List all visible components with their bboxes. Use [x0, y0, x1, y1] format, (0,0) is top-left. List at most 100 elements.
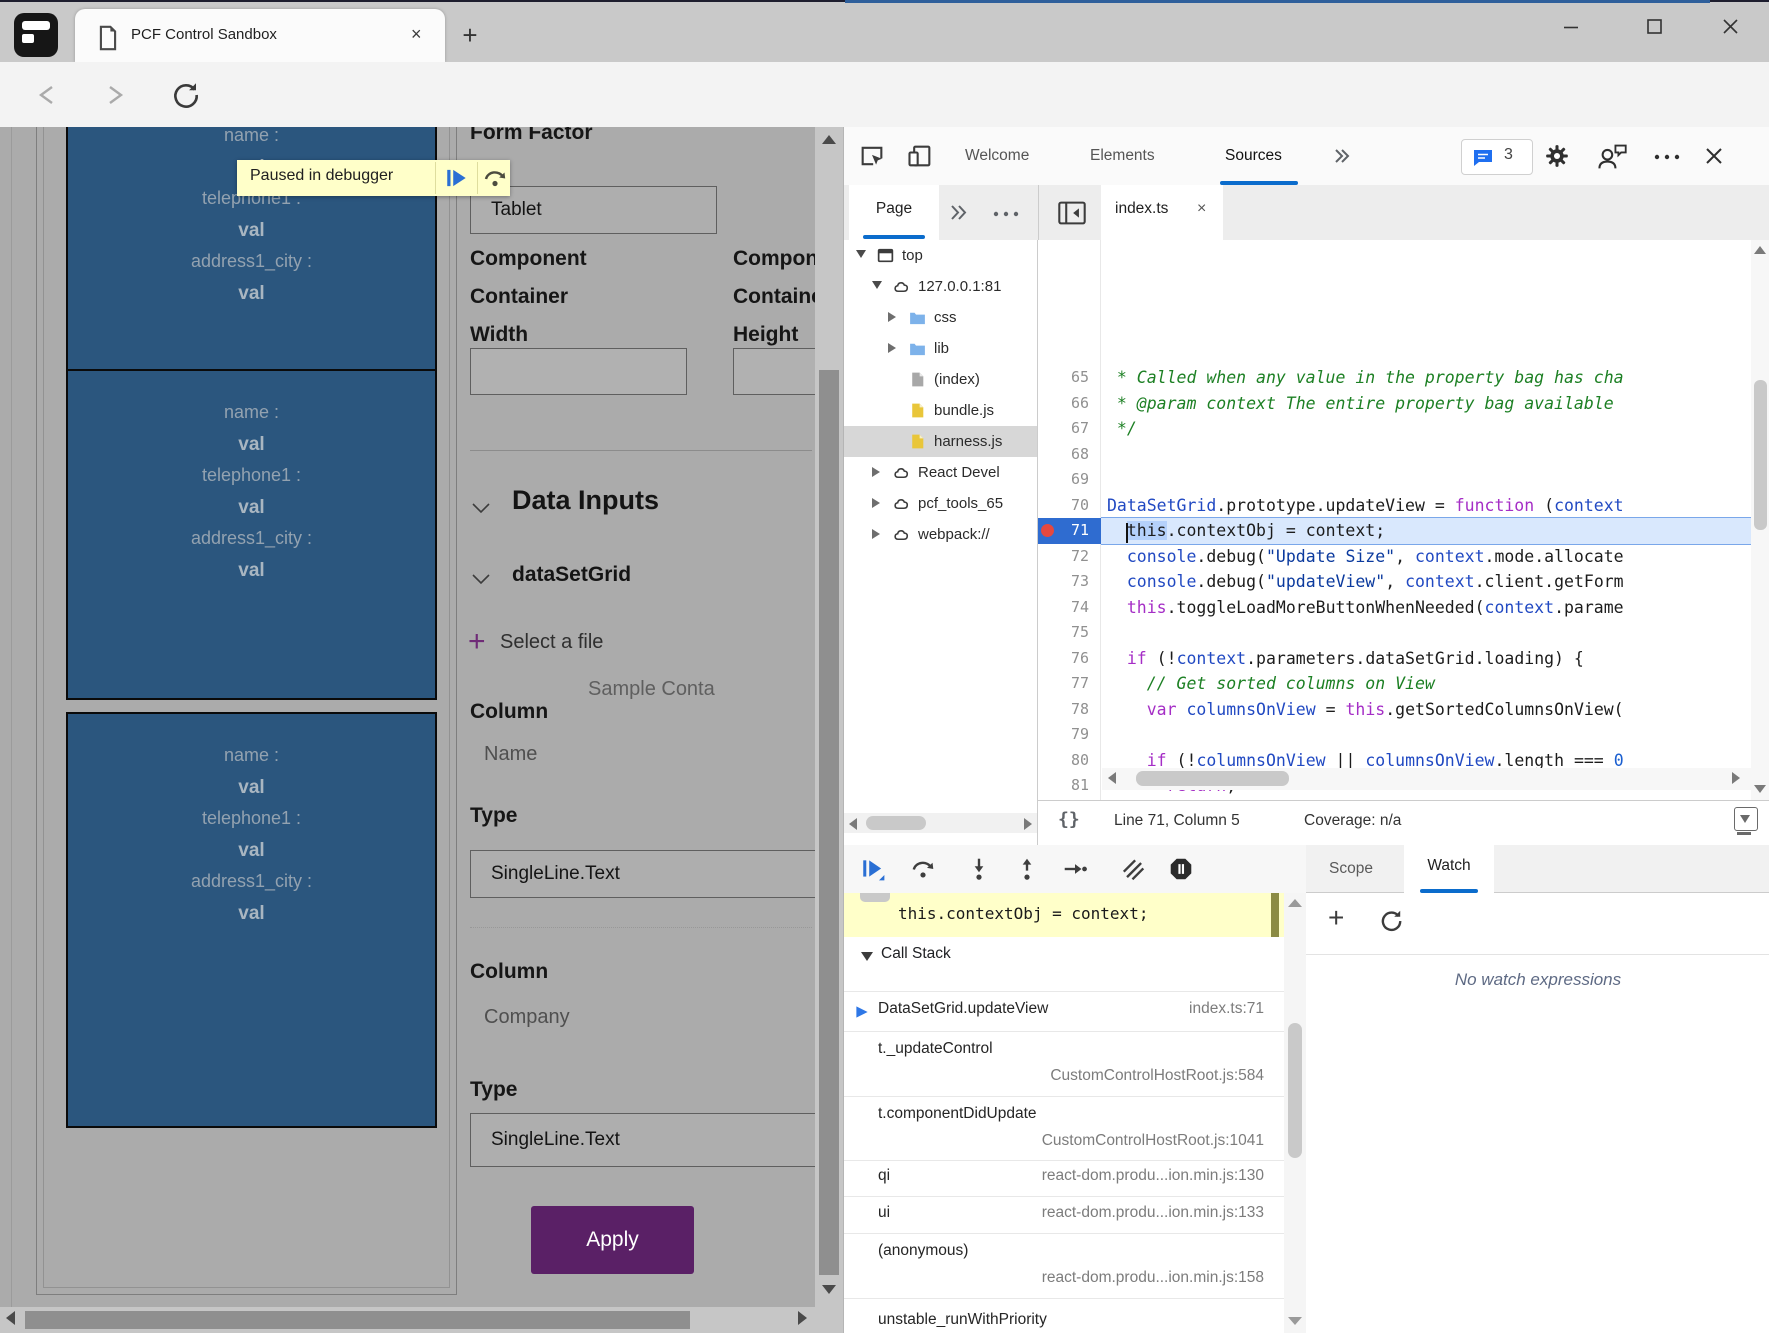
- code-line-74[interactable]: this.toggleLoadMoreButtonWhenNeeded(cont…: [1101, 595, 1769, 621]
- dataset-chevron-icon[interactable]: [470, 568, 492, 590]
- resume-script-icon[interactable]: [860, 856, 886, 882]
- device-toolbar-icon[interactable]: [906, 142, 934, 170]
- select-file-link[interactable]: Select a file: [500, 631, 603, 654]
- step-icon[interactable]: [1062, 856, 1088, 882]
- expander-closed-icon[interactable]: [872, 498, 880, 508]
- add-watch-icon[interactable]: +: [1328, 902, 1344, 934]
- tab-scope[interactable]: Scope: [1329, 845, 1373, 893]
- tree-item-top[interactable]: top: [844, 240, 1037, 271]
- tree-item-pcf-tools-65[interactable]: pcf_tools_65: [844, 488, 1037, 519]
- code-line-66[interactable]: * @param context The entire property bag…: [1101, 391, 1769, 417]
- devtools-close-icon[interactable]: [1702, 144, 1726, 168]
- load-coverage-icon[interactable]: [1734, 807, 1758, 831]
- refresh-watch-icon[interactable]: [1378, 907, 1404, 933]
- gutter-line-75[interactable]: 75: [1038, 620, 1101, 646]
- code-editor[interactable]: * Called when any value in the property …: [1038, 240, 1769, 800]
- call-stack-frame[interactable]: DataSetGrid.updateViewindex.ts:71: [844, 991, 1284, 1032]
- resume-script-icon[interactable]: [444, 167, 470, 189]
- gutter-line-65[interactable]: 65: [1038, 365, 1101, 391]
- navigator-hscrollbar[interactable]: [844, 813, 1037, 833]
- scroll-left-icon[interactable]: [6, 1311, 15, 1325]
- gutter-line-70[interactable]: 70: [1038, 493, 1101, 519]
- type1-select[interactable]: SingleLine.Text: [470, 850, 815, 898]
- record-card[interactable]: name :valtelephone1 :valaddress1_city :v…: [66, 369, 437, 700]
- hide-navigator-icon[interactable]: [1057, 199, 1087, 227]
- code-line-75[interactable]: [1101, 620, 1769, 646]
- editor-vscrollbar[interactable]: [1751, 240, 1769, 800]
- page-vscroll-thumb[interactable]: [819, 370, 839, 1275]
- file-tab-close-icon[interactable]: ×: [1197, 200, 1206, 218]
- data-inputs-chevron-icon[interactable]: [470, 497, 492, 519]
- tree-item-react-devel[interactable]: React Devel: [844, 457, 1037, 488]
- devtools-menu-icon[interactable]: [1652, 152, 1682, 162]
- tree-item-css[interactable]: css: [844, 302, 1037, 333]
- editor-gutter[interactable]: 6566676869707172737475767778798081828384…: [1038, 240, 1101, 800]
- file-tab-index-ts[interactable]: index.ts ×: [1101, 185, 1223, 240]
- expander-closed-icon[interactable]: [888, 343, 896, 353]
- forward-icon[interactable]: [100, 81, 130, 109]
- browser-tab[interactable]: PCF Control Sandbox ×: [75, 9, 445, 62]
- call-stack-frame[interactable]: t.componentDidUpdateCustomControlHostRoo…: [844, 1097, 1284, 1161]
- scroll-right-icon[interactable]: [798, 1311, 807, 1325]
- more-tabs-icon[interactable]: [1331, 127, 1353, 185]
- code-line-78[interactable]: var columnsOnView = this.getSortedColumn…: [1101, 697, 1769, 723]
- code-line-76[interactable]: if (!context.parameters.dataSetGrid.load…: [1101, 646, 1769, 672]
- gutter-line-77[interactable]: 77: [1038, 671, 1101, 697]
- code-line-73[interactable]: console.debug("updateView", context.clie…: [1101, 569, 1769, 595]
- navigator-page-tab[interactable]: Page: [849, 185, 939, 240]
- pause-on-exceptions-icon[interactable]: [1168, 856, 1194, 882]
- tree-item-127-0-0-1-81[interactable]: 127.0.0.1:81: [844, 271, 1037, 302]
- deactivate-breakpoints-icon[interactable]: [1120, 856, 1146, 882]
- gutter-line-72[interactable]: 72: [1038, 544, 1101, 570]
- gutter-line-68[interactable]: 68: [1038, 442, 1101, 468]
- tab-close-icon[interactable]: ×: [411, 24, 422, 45]
- code-line-77[interactable]: // Get sorted columns on View: [1101, 671, 1769, 697]
- expander-open-icon[interactable]: [872, 281, 882, 289]
- container-height-input[interactable]: [733, 348, 815, 395]
- back-icon[interactable]: [32, 81, 62, 109]
- code-line-70[interactable]: DataSetGrid.prototype.updateView = funct…: [1101, 493, 1769, 519]
- step-over-icon[interactable]: [483, 168, 507, 188]
- page-hscroll-thumb[interactable]: [25, 1311, 690, 1329]
- gutter-line-71[interactable]: 71: [1038, 518, 1101, 544]
- navigator-menu-icon[interactable]: [990, 209, 1022, 219]
- page-horizontal-scrollbar[interactable]: [0, 1307, 815, 1333]
- gutter-line-73[interactable]: 73: [1038, 569, 1101, 595]
- code-line-67[interactable]: */: [1101, 416, 1769, 442]
- call-stack-frame[interactable]: (anonymous)react-dom.produ...ion.min.js:…: [844, 1234, 1284, 1299]
- scroll-up-icon[interactable]: [822, 135, 836, 144]
- gutter-line-67[interactable]: 67: [1038, 416, 1101, 442]
- editor-hscrollbar[interactable]: [1102, 768, 1751, 790]
- code-line-65[interactable]: * Called when any value in the property …: [1101, 365, 1769, 391]
- call-stack-header[interactable]: Call Stack: [844, 937, 1284, 975]
- breakpoint-icon[interactable]: [1041, 524, 1054, 537]
- code-line-68[interactable]: [1101, 442, 1769, 468]
- callstack-vscrollbar[interactable]: [1284, 893, 1306, 1333]
- call-stack-frame[interactable]: qireact-dom.produ...ion.min.js:130: [844, 1161, 1284, 1197]
- reload-icon[interactable]: [170, 79, 202, 111]
- code-line-71[interactable]: this.contextObj = context;: [1101, 517, 1769, 545]
- select-file-plus-icon[interactable]: +: [468, 625, 486, 659]
- type2-select[interactable]: SingleLine.Text: [470, 1113, 815, 1167]
- gutter-line-79[interactable]: 79: [1038, 722, 1101, 748]
- gutter-line-78[interactable]: 78: [1038, 697, 1101, 723]
- window-maximize-button[interactable]: [1642, 14, 1668, 40]
- tree-item-harness-js[interactable]: harness.js: [844, 426, 1037, 457]
- settings-gear-icon[interactable]: [1544, 143, 1570, 169]
- gutter-line-66[interactable]: 66: [1038, 391, 1101, 417]
- tree-item-lib[interactable]: lib: [844, 333, 1037, 364]
- gutter-line-80[interactable]: 80: [1038, 748, 1101, 774]
- gutter-line-81[interactable]: 81: [1038, 773, 1101, 799]
- step-over-icon[interactable]: [910, 856, 936, 882]
- window-minimize-button[interactable]: [1558, 14, 1584, 40]
- feedback-icon[interactable]: [1596, 142, 1628, 172]
- window-close-button[interactable]: [1718, 14, 1744, 40]
- scroll-down-icon[interactable]: [822, 1285, 836, 1294]
- tab-sources[interactable]: Sources: [1225, 127, 1282, 185]
- apply-button[interactable]: Apply: [531, 1206, 694, 1274]
- tab-welcome[interactable]: Welcome: [965, 127, 1029, 185]
- step-out-icon[interactable]: [1014, 856, 1040, 882]
- tab-watch[interactable]: Watch: [1404, 845, 1494, 893]
- gutter-line-76[interactable]: 76: [1038, 646, 1101, 672]
- navigator-more-tabs-icon[interactable]: [947, 185, 971, 240]
